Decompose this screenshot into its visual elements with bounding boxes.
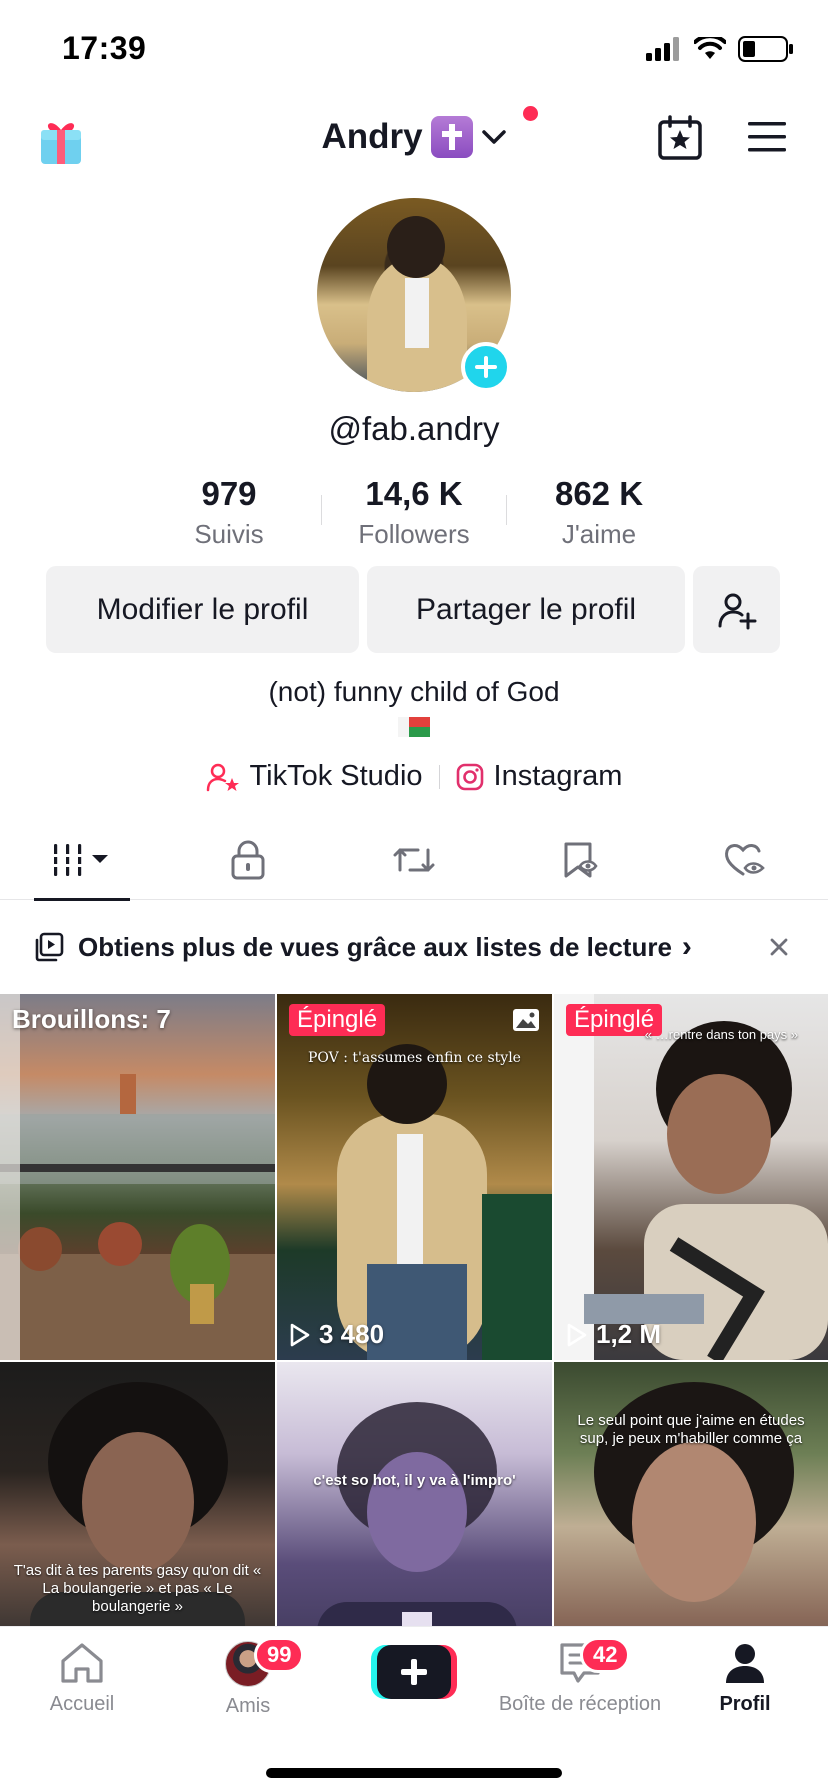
nav-friends-label: Amis	[225, 1695, 271, 1717]
tiktok-studio-link[interactable]: TikTok Studio	[206, 760, 423, 793]
tiktok-studio-icon	[206, 763, 239, 791]
tab-videos[interactable]	[0, 820, 166, 901]
video-thumbnail	[337, 1044, 552, 1360]
nav-inbox[interactable]: 42 Boîte de réception	[490, 1637, 670, 1716]
profile-handle: @fab.andry	[328, 410, 500, 447]
video-caption-overlay: « …rentre dans ton pays »	[644, 1027, 798, 1042]
profile-links: TikTok Studio Instagram	[0, 760, 828, 793]
profile-icon	[726, 1644, 764, 1683]
view-count-value: 3 480	[319, 1319, 385, 1349]
friends-badge: 99	[254, 1637, 305, 1673]
content-tabs	[0, 820, 828, 901]
stat-following-value: 979	[201, 475, 257, 512]
cross-icon	[430, 116, 473, 158]
playlist-icon	[35, 932, 64, 962]
home-indicator	[266, 1768, 562, 1778]
stat-followers-value: 14,6 K	[365, 475, 463, 512]
add-story-plus-icon[interactable]	[461, 342, 511, 392]
account-name: Andry	[321, 117, 423, 156]
edit-profile-button[interactable]: Modifier le profil	[46, 566, 359, 653]
video-tile[interactable]: Épinglé POV : t'assumes enfin ce style 3…	[277, 994, 552, 1360]
create-button[interactable]	[371, 1645, 457, 1699]
link-divider	[438, 764, 440, 789]
play-icon	[567, 1323, 587, 1346]
nav-friends[interactable]: 99 Amis	[158, 1637, 338, 1718]
nav-inbox-label: Boîte de réception	[498, 1693, 662, 1715]
share-profile-button[interactable]: Partager le profil	[367, 566, 685, 653]
home-icon	[61, 1643, 103, 1683]
lock-icon	[231, 840, 265, 880]
view-count: 3 480	[289, 1319, 384, 1350]
status-bar: 17:39	[0, 0, 828, 100]
video-caption-overlay: Le seul point que j'aime en études sup, …	[577, 1412, 805, 1447]
drafts-label: Brouillons: 7	[12, 1004, 171, 1034]
instagram-link[interactable]: Instagram	[456, 760, 623, 793]
drafts-tile[interactable]: Brouillons: 7	[0, 994, 275, 1360]
tab-reposts[interactable]	[331, 820, 497, 900]
stat-following[interactable]: 979 Suivis	[137, 475, 321, 550]
status-time: 17:39	[62, 30, 147, 66]
notification-dot	[523, 106, 538, 121]
tab-private[interactable]	[166, 820, 332, 900]
add-friend-button[interactable]	[693, 566, 780, 653]
stat-following-label: Suivis	[194, 519, 264, 549]
tab-favorites[interactable]	[497, 820, 663, 900]
grid-icon	[51, 844, 108, 876]
instagram-icon	[456, 763, 483, 790]
profile-actions: Modifier le profil Partager le profil	[46, 566, 780, 653]
play-icon	[290, 1323, 310, 1346]
nav-home-label: Accueil	[49, 1693, 115, 1715]
liked-icon	[725, 844, 766, 876]
instagram-label: Instagram	[493, 760, 623, 792]
pinned-badge: Épinglé	[289, 1004, 386, 1036]
stat-likes-value: 862 K	[554, 475, 644, 512]
repost-icon	[393, 848, 435, 872]
inbox-badge: 42	[580, 1637, 631, 1673]
add-user-icon	[718, 593, 756, 629]
wifi-icon	[694, 37, 726, 59]
close-icon[interactable]	[764, 932, 794, 962]
nav-home[interactable]: Accueil	[0, 1641, 172, 1716]
stat-followers-label: Followers	[358, 519, 470, 549]
chevron-right-icon: ›	[681, 930, 692, 963]
profile-stats: 979 Suivis 14,6 K Followers 862 K J'aime	[0, 475, 828, 550]
signal-icon	[646, 37, 679, 61]
video-caption-overlay: POV : t'assumes enfin ce style	[308, 1050, 521, 1066]
video-thumbnail	[554, 994, 828, 1360]
profile-bio: (not) funny child of God	[268, 676, 560, 707]
nav-profile-label: Profil	[719, 1693, 771, 1715]
balcony-photo	[0, 994, 275, 1360]
view-count: 1,2 M	[566, 1319, 661, 1350]
nav-profile[interactable]: Profil	[655, 1641, 828, 1716]
video-caption-overlay: c'est so hot, il y va à l'impro'	[313, 1472, 516, 1489]
photo-post-icon	[513, 1009, 539, 1031]
status-icons	[646, 36, 794, 62]
tab-liked[interactable]	[662, 820, 828, 900]
stat-likes[interactable]: 862 K J'aime	[507, 475, 691, 550]
tiktok-studio-label: TikTok Studio	[249, 760, 423, 792]
playlist-promo-banner[interactable]: Obtiens plus de vues grâce aux listes de…	[0, 900, 828, 994]
video-tile[interactable]: Épinglé « …rentre dans ton pays » 1,2 M	[554, 994, 828, 1360]
battery-icon	[738, 36, 793, 62]
calendar-star-icon[interactable]	[656, 114, 704, 162]
stat-followers[interactable]: 14,6 K Followers	[322, 475, 506, 550]
profile-header: Andry	[0, 100, 828, 180]
view-count-value: 1,2 M	[596, 1319, 662, 1349]
video-caption-overlay: T'as dit à tes parents gasy qu'on dit « …	[13, 1562, 262, 1615]
menu-icon[interactable]	[746, 118, 788, 156]
stat-likes-label: J'aime	[561, 519, 637, 549]
playlist-promo-text: Obtiens plus de vues grâce aux listes de…	[78, 931, 672, 962]
bookmark-icon	[564, 842, 598, 878]
video-grid: Brouillons: 7 Épinglé POV : t'assumes en…	[0, 994, 828, 1728]
chevron-down-icon	[481, 130, 506, 144]
madagascar-flag-icon	[398, 717, 430, 737]
